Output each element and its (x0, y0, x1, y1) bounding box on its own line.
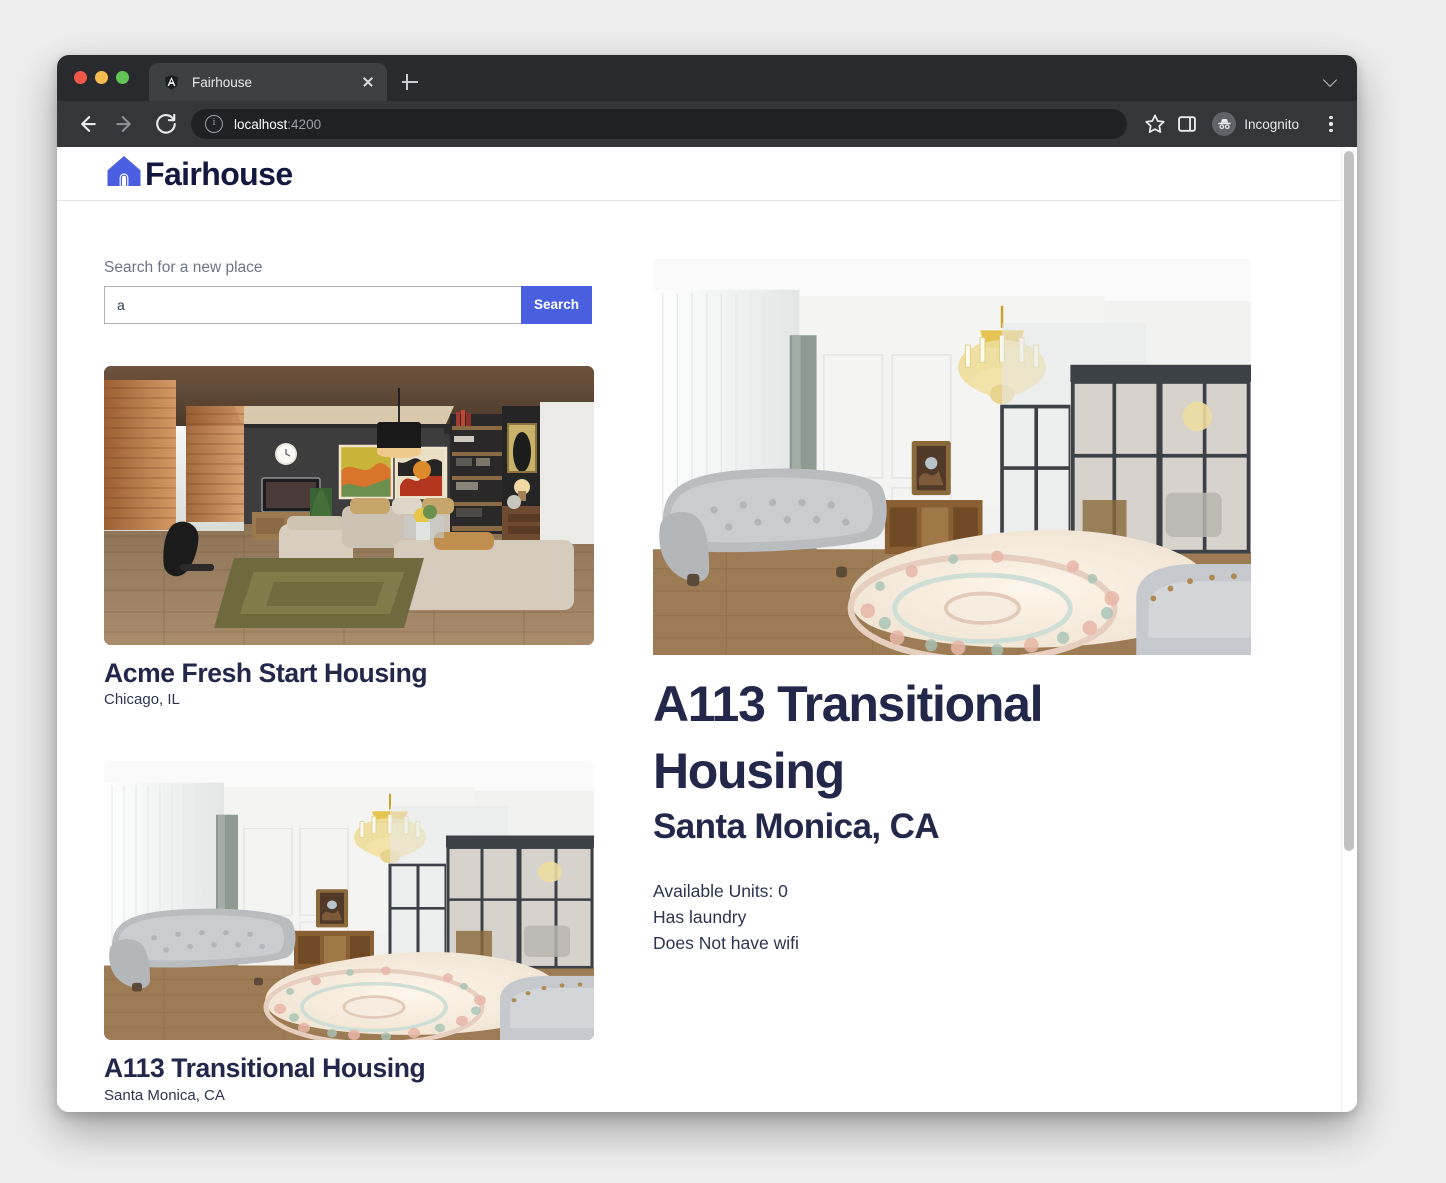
brand-name: Fairhouse (145, 155, 293, 192)
browser-window: Fairhouse localhost:4200 (57, 55, 1357, 1112)
detail-city: Santa Monica, CA (653, 807, 940, 846)
listing-list: Acme Fresh Start Housing Chicago, IL A11… (104, 365, 653, 1106)
menu-dot (1329, 115, 1333, 120)
incognito-label: Incognito (1244, 116, 1299, 132)
url-host: localhost (234, 116, 288, 132)
menu-dot (1329, 128, 1333, 133)
back-button[interactable] (71, 109, 101, 139)
browser-viewport: Fairhouse Search for a new place Search (57, 147, 1357, 1112)
incognito-icon (1212, 112, 1237, 136)
tab-title: Fairhouse (192, 74, 253, 90)
angular-shield-icon (163, 74, 180, 91)
listing-card[interactable]: A113 Transitional Housing Santa Monica, … (104, 761, 653, 1105)
search-section: Search for a new place Search (104, 259, 653, 324)
scrollbar-thumb[interactable] (1344, 151, 1354, 851)
brand[interactable]: Fairhouse (104, 153, 293, 194)
page-main: Search for a new place Search (57, 201, 1341, 1112)
new-tab-button[interactable] (399, 71, 421, 93)
listing-city: Santa Monica, CA (104, 1087, 225, 1105)
address-bar-url: localhost:4200 (234, 117, 321, 132)
browser-tab[interactable]: Fairhouse (149, 63, 387, 101)
search-button[interactable]: Search (521, 285, 592, 324)
listing-photo-dark-living-room[interactable] (104, 365, 594, 645)
chevron-down-icon[interactable] (1321, 71, 1339, 89)
url-port: :4200 (287, 116, 322, 132)
side-panel-icon[interactable] (1173, 110, 1201, 138)
menu-dot (1329, 122, 1333, 126)
listing-name: A113 Transitional Housing (104, 1053, 426, 1084)
detail-panel: A113 Transitional Housing Santa Monica, … (653, 259, 1341, 1112)
listing-photo-white-living-room[interactable] (104, 761, 594, 1041)
app-header: Fairhouse (57, 147, 1341, 201)
minimize-window-button[interactable] (95, 71, 108, 84)
address-bar[interactable]: localhost:4200 (191, 109, 1128, 139)
detail-photo-white-living-room (653, 259, 1251, 655)
close-window-button[interactable] (74, 71, 87, 84)
browser-tab-strip: Fairhouse (57, 55, 1357, 101)
search-form: Search (104, 285, 592, 324)
star-icon[interactable] (1141, 110, 1169, 138)
detail-title: A113 Transitional Housing (653, 676, 1043, 799)
listing-city: Chicago, IL (104, 691, 180, 709)
window-traffic-lights (74, 71, 129, 84)
detail-fact-wifi: Does Not have wifi (653, 932, 799, 953)
listings-column: Search for a new place Search (104, 259, 653, 1112)
browser-menu-button[interactable] (1319, 110, 1343, 138)
house-logo-icon (104, 153, 144, 194)
detail-fact-laundry: Has laundry (653, 906, 747, 927)
incognito-indicator[interactable]: Incognito (1209, 110, 1311, 138)
reload-button[interactable] (151, 109, 181, 139)
listing-name: Acme Fresh Start Housing (104, 657, 428, 688)
page-scrollbar[interactable] (1341, 147, 1357, 1112)
maximize-window-button[interactable] (116, 71, 129, 84)
web-page: Fairhouse Search for a new place Search (57, 147, 1341, 1112)
close-icon[interactable] (359, 73, 377, 91)
detail-facts: Available Units: 0 Has laundry Does Not … (653, 879, 1297, 957)
browser-toolbar: localhost:4200 (57, 101, 1357, 147)
forward-button[interactable] (111, 109, 141, 139)
search-label: Search for a new place (104, 259, 263, 276)
search-input[interactable] (104, 285, 521, 324)
listing-card[interactable]: Acme Fresh Start Housing Chicago, IL (104, 365, 653, 710)
info-icon[interactable] (205, 115, 223, 133)
detail-fact-available-units: Available Units: 0 (653, 880, 788, 901)
